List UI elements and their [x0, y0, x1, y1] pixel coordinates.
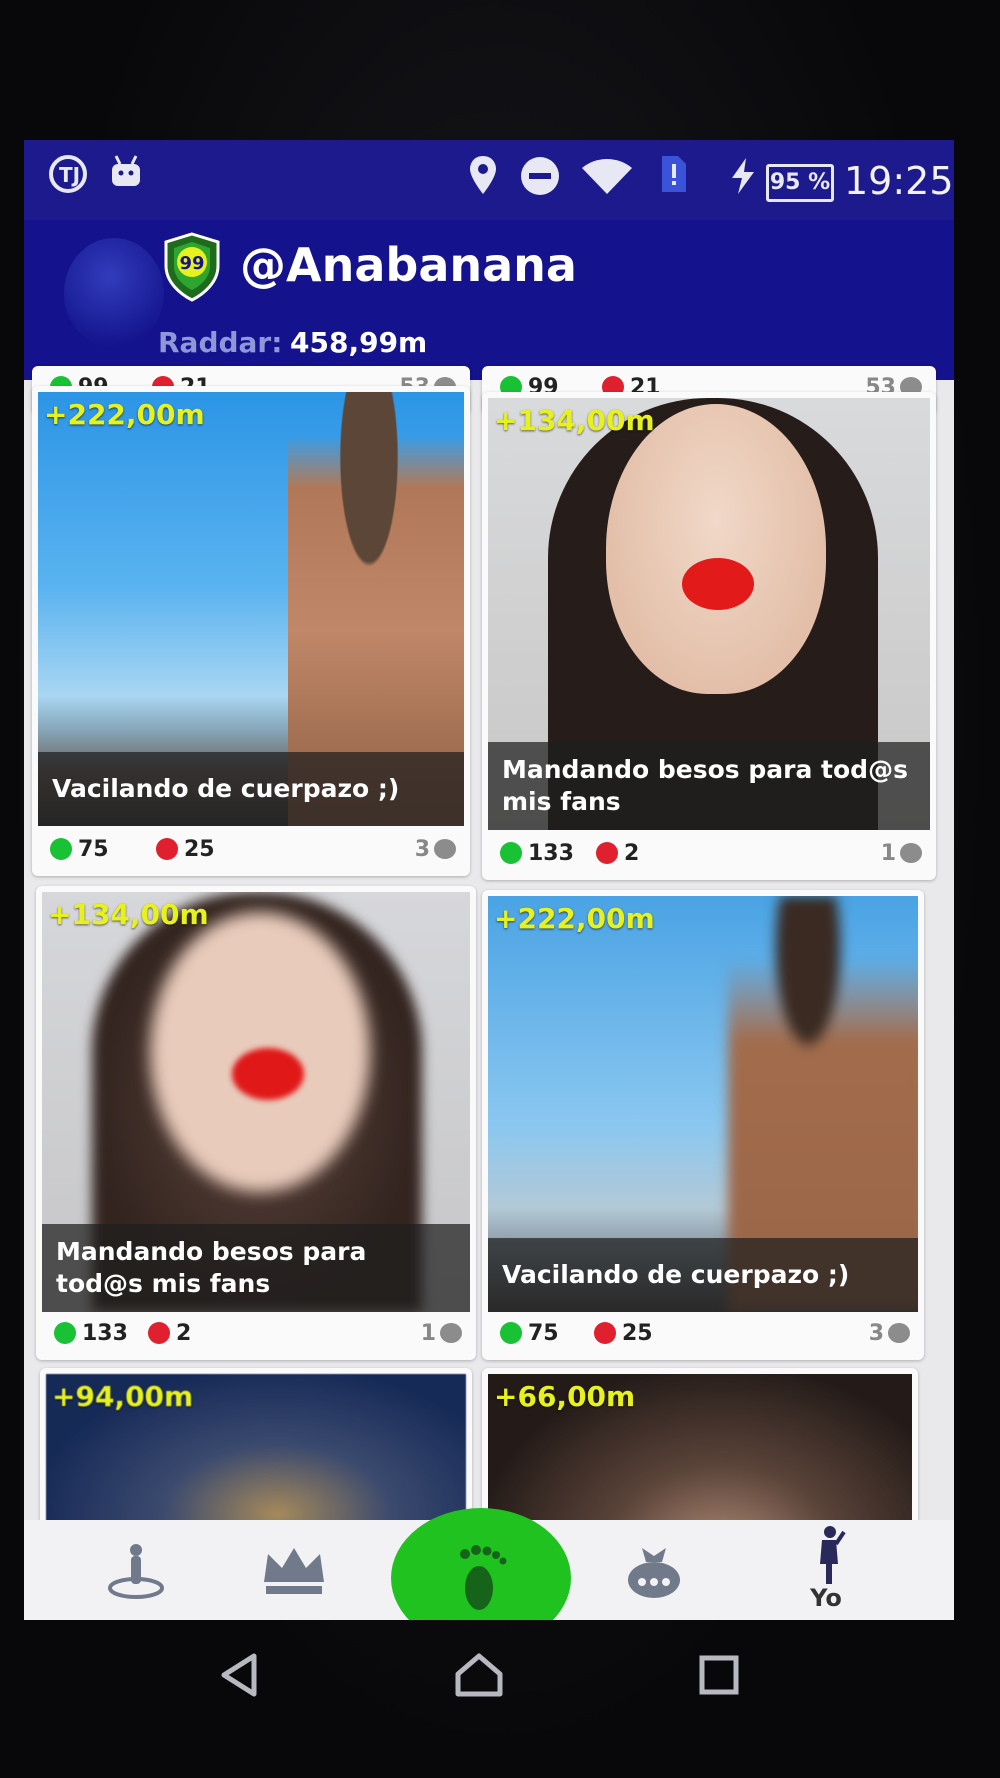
dislike-icon[interactable]	[594, 1322, 616, 1344]
avatar[interactable]	[64, 238, 164, 348]
post-stats: 75 25 3	[482, 1310, 924, 1360]
like-count: 133	[82, 1321, 128, 1346]
post-subject-lips	[682, 558, 754, 610]
android-icon	[112, 155, 140, 186]
radar-person-icon[interactable]	[96, 1538, 176, 1602]
dislike-count: 25	[184, 837, 215, 862]
post-photo[interactable]: +222,00m Vacilando de cuerpazo ;)	[488, 896, 918, 1312]
like-count: 75	[78, 837, 109, 862]
feed-card[interactable]: +134,00m Mandando besos para tod@s mis f…	[36, 886, 476, 1360]
feed-card[interactable]: +134,00m Mandando besos para tod@s mis f…	[482, 392, 936, 880]
do-not-disturb-icon	[521, 157, 559, 195]
comment-count: 3	[414, 837, 430, 862]
wifi-icon	[582, 159, 632, 194]
post-stats: 133 2 1	[482, 830, 936, 880]
feed-card[interactable]: +222,00m Vacilando de cuerpazo ;) 75 25 …	[482, 890, 924, 1360]
system-navigation	[0, 1620, 1000, 1740]
comment-icon[interactable]	[434, 839, 456, 859]
nav-yo-label[interactable]: Yo	[796, 1584, 856, 1612]
location-icon	[470, 156, 496, 194]
distance-label: +94,00m	[52, 1380, 194, 1413]
post-photo[interactable]: +134,00m Mandando besos para tod@s mis f…	[488, 398, 930, 830]
bottom-navigation: Yo	[24, 1508, 954, 1620]
sim-alert-icon	[662, 156, 686, 192]
charging-icon	[732, 158, 754, 194]
raddar-value: 458,99m	[290, 326, 428, 359]
comment-icon[interactable]	[900, 843, 922, 863]
comment-count: 1	[880, 841, 896, 866]
post-caption: Mandando besos para tod@s mis fans	[42, 1224, 470, 1312]
dislike-count: 2	[176, 1321, 192, 1346]
distance-label: +66,00m	[494, 1380, 636, 1413]
profile-icon[interactable]	[786, 1524, 866, 1588]
footprint-button[interactable]	[391, 1508, 571, 1620]
recents-icon[interactable]	[694, 1650, 744, 1700]
footprint-icon	[460, 1545, 507, 1610]
like-icon[interactable]	[50, 838, 72, 860]
post-subject-lips	[232, 1048, 304, 1100]
comment-count: 3	[868, 1321, 884, 1346]
like-count: 75	[528, 1321, 559, 1346]
profile-header: 99 @Anabanana Raddar: 458,99m	[24, 220, 954, 380]
svg-text:TJ: TJ	[59, 163, 80, 187]
dislike-icon[interactable]	[156, 838, 178, 860]
level-badge: 99	[164, 232, 220, 302]
comment-icon[interactable]	[440, 1323, 462, 1343]
raddar-label: Raddar:	[158, 326, 283, 359]
dislike-icon[interactable]	[148, 1322, 170, 1344]
level-badge-value: 99	[179, 253, 204, 274]
dislike-count: 25	[622, 1321, 653, 1346]
distance-label: +222,00m	[44, 398, 205, 431]
like-count: 133	[528, 841, 574, 866]
post-photo[interactable]: +222,00m Vacilando de cuerpazo ;)	[38, 392, 464, 826]
comment-count: 1	[420, 1321, 436, 1346]
home-icon[interactable]	[452, 1650, 506, 1700]
feed-card[interactable]: +222,00m Vacilando de cuerpazo ;) 75 25 …	[32, 386, 470, 876]
battery-level: 95 %	[766, 164, 834, 202]
treasure-bag-icon[interactable]	[614, 1538, 694, 1602]
like-icon[interactable]	[500, 1322, 522, 1344]
status-bar: TJ 95 % 19:25	[24, 140, 954, 220]
post-caption: Vacilando de cuerpazo ;)	[38, 752, 464, 826]
username: @Anabanana	[240, 238, 577, 292]
post-subject-face	[606, 404, 826, 694]
dislike-icon[interactable]	[596, 842, 618, 864]
post-stats: 75 25 3	[32, 826, 470, 876]
post-stats: 133 2 1	[36, 1310, 476, 1360]
like-icon[interactable]	[500, 842, 522, 864]
back-icon[interactable]	[214, 1650, 264, 1700]
crown-icon[interactable]	[254, 1538, 334, 1602]
dislike-count: 2	[624, 841, 640, 866]
status-time: 19:25	[844, 159, 954, 203]
post-caption: Mandando besos para tod@s mis fans	[488, 742, 930, 830]
post-photo[interactable]: +134,00m Mandando besos para tod@s mis f…	[42, 892, 470, 1312]
distance-label: +134,00m	[48, 898, 209, 931]
distance-label: +134,00m	[494, 404, 655, 437]
post-caption: Vacilando de cuerpazo ;)	[488, 1238, 918, 1312]
app-screen: TJ 95 % 19:25 99 @Anabanana Raddar: 458,…	[24, 140, 954, 1620]
comment-icon[interactable]	[888, 1323, 910, 1343]
distance-label: +222,00m	[494, 902, 655, 935]
app-j-icon: TJ	[49, 155, 87, 193]
like-icon[interactable]	[54, 1322, 76, 1344]
